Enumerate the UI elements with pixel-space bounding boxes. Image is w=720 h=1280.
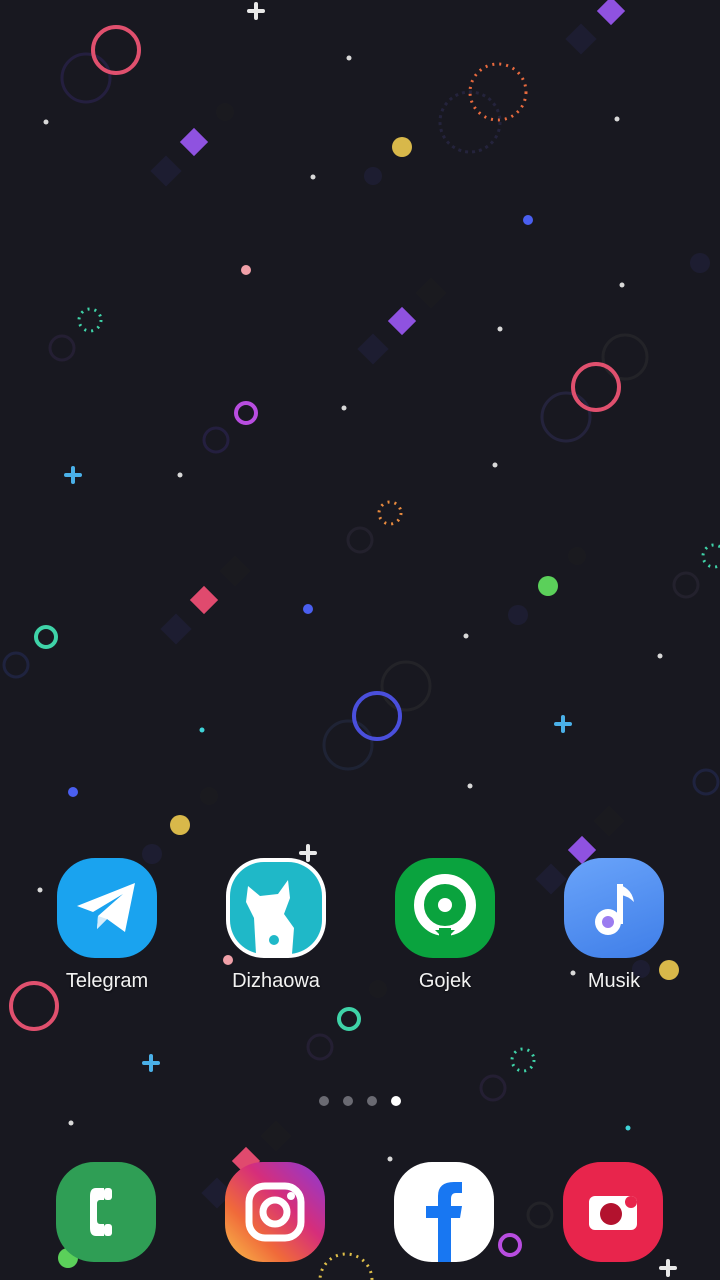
- music-note-icon: [564, 858, 664, 958]
- wallpaper: [2, 0, 720, 1280]
- app-telegram[interactable]: Telegram: [32, 858, 182, 993]
- phone-icon: [56, 1162, 156, 1262]
- app-gojek[interactable]: Gojek: [370, 858, 520, 993]
- instagram-icon: [225, 1162, 325, 1262]
- dock-facebook[interactable]: [369, 1162, 519, 1262]
- page-dot[interactable]: [319, 1096, 329, 1106]
- dizhaowa-cat-icon: [226, 858, 326, 958]
- app-dizhaowa[interactable]: Dizhaowa: [201, 858, 351, 993]
- dock-phone[interactable]: [31, 1162, 181, 1262]
- dock-instagram[interactable]: [200, 1162, 350, 1262]
- app-label: Musik: [587, 970, 641, 992]
- app-label: Dizhaowa: [232, 970, 320, 992]
- app-label: Telegram: [65, 970, 149, 992]
- facebook-icon: [394, 1162, 494, 1262]
- gojek-icon: [395, 858, 495, 958]
- page-dot-active[interactable]: [391, 1096, 401, 1106]
- dock-camera[interactable]: [538, 1162, 688, 1262]
- telegram-icon: [57, 858, 157, 958]
- app-label: Gojek: [418, 970, 472, 992]
- page-dot[interactable]: [343, 1096, 353, 1106]
- app-musik[interactable]: Musik: [539, 858, 689, 993]
- camera-icon: [563, 1162, 663, 1262]
- page-dot[interactable]: [367, 1096, 377, 1106]
- page-indicator[interactable]: [0, 1096, 720, 1106]
